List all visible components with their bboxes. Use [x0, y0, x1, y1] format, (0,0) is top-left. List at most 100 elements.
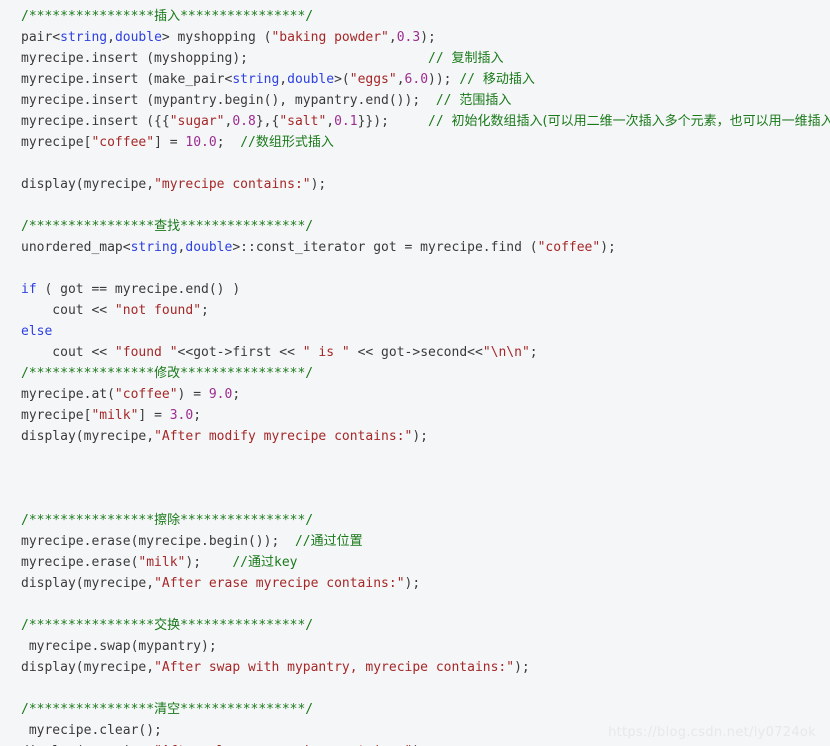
- code-token-plain: unordered_map<: [21, 240, 131, 255]
- code-line: else: [0, 321, 830, 342]
- code-token-plain: pair<: [21, 30, 61, 45]
- code-token-string: "myrecipe contains:": [154, 177, 311, 192]
- code-token-plain: >(: [334, 72, 350, 87]
- code-token-string: "sugar": [169, 114, 225, 129]
- code-token-plain: ( got == myrecipe.end() ): [36, 282, 241, 297]
- code-token-comment: 清空: [154, 702, 181, 717]
- code-token-comment: 数组形式插入: [255, 135, 334, 150]
- code-token-comment: ****************/: [180, 9, 314, 24]
- code-line: /****************插入****************/: [0, 6, 830, 27]
- code-token-plain: );: [310, 177, 327, 192]
- code-line: myrecipe.erase(myrecipe.begin()); //通过位置: [0, 531, 830, 552]
- code-token-plain: myrecipe.insert (myshopping);: [21, 51, 428, 66]
- code-token-plain: );: [404, 576, 421, 591]
- code-token-number: 0.3: [396, 30, 421, 45]
- code-token-comment: 复制插入: [451, 51, 504, 66]
- code-line: myrecipe["coffee"] = 10.0; //数组形式插入: [0, 132, 830, 153]
- code-line: /****************修改****************/: [0, 363, 830, 384]
- code-token-comment: ****************/: [180, 702, 314, 717]
- code-token-keyword: if: [21, 282, 37, 297]
- code-token-plain: cout <<: [21, 303, 115, 318]
- code-token-keyword: else: [21, 324, 53, 339]
- code-line: display(myrecipe,"After modify myrecipe …: [0, 426, 830, 447]
- code-token-string: "salt": [279, 114, 327, 129]
- code-token-plain: ;: [216, 135, 241, 150]
- code-line: myrecipe.insert ({{"sugar",0.8},{"salt",…: [0, 111, 830, 132]
- code-line: display(myrecipe,"After erase myrecipe c…: [0, 573, 830, 594]
- code-token-comment: /****************: [21, 618, 155, 633]
- code-token-plain: );: [420, 30, 436, 45]
- code-token-plain: }});: [357, 114, 429, 129]
- code-token-comment: 修改: [154, 366, 181, 381]
- code-token-comment: //: [459, 72, 483, 87]
- code-token-plain: ,: [396, 72, 405, 87]
- code-token-string: "After erase myrecipe contains:": [154, 576, 405, 591]
- code-token-plain: },{: [255, 114, 280, 129]
- code-line: if ( got == myrecipe.end() ): [0, 279, 830, 300]
- code-token-plain: myrecipe.erase(: [21, 555, 139, 570]
- code-token-plain: myrecipe.clear();: [21, 723, 162, 738]
- code-token-string: "\n\n": [482, 345, 530, 360]
- code-token-comment: /****************: [21, 366, 155, 381]
- code-token-plain: << got->second<<: [349, 345, 483, 360]
- code-token-comment: //: [240, 135, 256, 150]
- code-line: myrecipe.at("coffee") = 9.0;: [0, 384, 830, 405]
- code-line: myrecipe.swap(mypantry);: [0, 636, 830, 657]
- code-token-string: "coffee": [91, 135, 155, 150]
- code-token-number: 0.8: [232, 114, 256, 129]
- code-token-string: "found ": [114, 345, 178, 360]
- code-token-keyword: double: [287, 72, 335, 87]
- code-token-comment: ****************/: [180, 618, 314, 633]
- code-token-comment: /****************: [21, 219, 155, 234]
- code-line: cout << "not found";: [0, 300, 830, 321]
- code-token-number: 0.1: [334, 114, 358, 129]
- code-token-comment: 插入: [154, 9, 181, 24]
- code-token-comment: //: [435, 93, 460, 108]
- code-token-plain: );: [412, 429, 428, 444]
- code-token-plain: display(myrecipe,: [21, 576, 155, 591]
- code-token-plain: >::const_iterator got = myrecipe.find (: [232, 240, 538, 255]
- code-viewer[interactable]: /****************插入****************/pair…: [0, 0, 830, 746]
- watermark-text: https://blog.csdn.net/ly0724ok: [608, 725, 816, 740]
- code-token-comment: //: [294, 534, 311, 549]
- code-line: myrecipe.erase("milk"); //通过key: [0, 552, 830, 573]
- code-token-plain: myrecipe.insert (make_pair<: [21, 72, 233, 87]
- code-line: pair<string,double> myshopping ("baking …: [0, 27, 830, 48]
- code-line: display(myrecipe,"After clear, myrecipe …: [0, 741, 830, 746]
- code-line: unordered_map<string,double>::const_iter…: [0, 237, 830, 258]
- code-token-plain: ;: [232, 387, 241, 402]
- code-token-comment: ****************/: [180, 366, 314, 381]
- code-token-string: "After swap with mypantry, myrecipe cont…: [154, 660, 515, 675]
- code-token-plain: myrecipe.swap(mypantry);: [21, 639, 217, 654]
- code-line: myrecipe["milk"] = 3.0;: [0, 405, 830, 426]
- code-line: /****************擦除****************/: [0, 510, 830, 531]
- code-token-comment: 初始化数组插入(可以用二维一次插入多个元素，也可以用一维插入一: [451, 114, 830, 129]
- code-token-comment: 通过位置: [310, 534, 363, 549]
- code-token-plain: display(myrecipe,: [21, 429, 155, 444]
- code-token-string: "coffee": [537, 240, 601, 255]
- code-line: display(myrecipe,"After swap with mypant…: [0, 657, 830, 678]
- code-token-plain: ] =: [138, 408, 170, 423]
- code-token-string: "After modify myrecipe contains:": [154, 429, 413, 444]
- code-token-plain: ;: [193, 408, 202, 423]
- code-token-plain: ,: [279, 72, 288, 87]
- code-token-string: " is ": [302, 345, 350, 360]
- code-token-plain: ;: [529, 345, 538, 360]
- code-line: display(myrecipe,"myrecipe contains:");: [0, 174, 830, 195]
- code-token-comment: //: [428, 114, 452, 129]
- code-token-plain: ;: [201, 303, 209, 318]
- code-token-keyword: string: [130, 240, 178, 255]
- code-token-plain: myrecipe[: [21, 135, 92, 150]
- code-token-string: "eggs": [349, 72, 397, 87]
- code-token-comment: 通过: [248, 555, 275, 570]
- code-token-plain: ] =: [154, 135, 186, 150]
- code-token-number: 3.0: [169, 408, 194, 423]
